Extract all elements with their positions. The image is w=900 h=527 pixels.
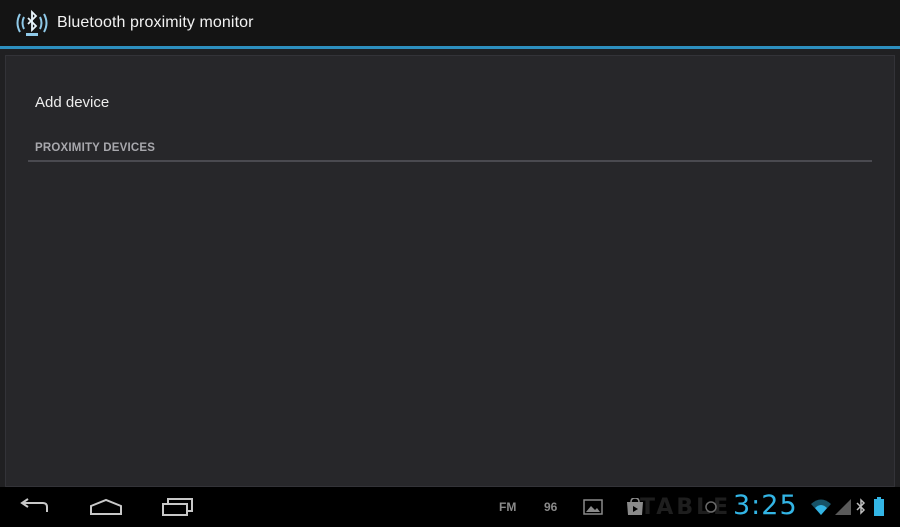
play-store-icon xyxy=(624,497,646,517)
bluetooth-icon xyxy=(855,497,867,517)
preferences-panel: Add device PROXIMITY DEVICES xyxy=(5,55,895,487)
recent-apps-icon[interactable] xyxy=(157,495,197,519)
add-device-item[interactable]: Add device xyxy=(35,90,109,115)
gallery-icon xyxy=(582,497,604,517)
wifi-icon xyxy=(810,497,832,517)
content-frame: Add device PROXIMITY DEVICES xyxy=(0,49,900,487)
section-divider xyxy=(28,160,872,162)
back-arrow-icon[interactable] xyxy=(14,495,54,519)
sync-icon xyxy=(703,497,719,517)
app-title: Bluetooth proximity monitor xyxy=(57,14,254,31)
notification-count: 96 xyxy=(544,500,558,514)
home-icon[interactable] xyxy=(85,495,127,519)
signal-icon xyxy=(834,497,852,517)
action-bar: Bluetooth proximity monitor xyxy=(0,0,900,46)
proximity-devices-header: PROXIMITY DEVICES xyxy=(35,142,156,154)
fm-radio-indicator: FM xyxy=(499,500,517,514)
battery-icon xyxy=(871,497,887,517)
system-bar: FM 96 TABLE 3:25 xyxy=(0,487,900,527)
status-clock: 3:25 xyxy=(733,490,798,521)
bluetooth-broadcast-icon[interactable] xyxy=(13,6,51,40)
